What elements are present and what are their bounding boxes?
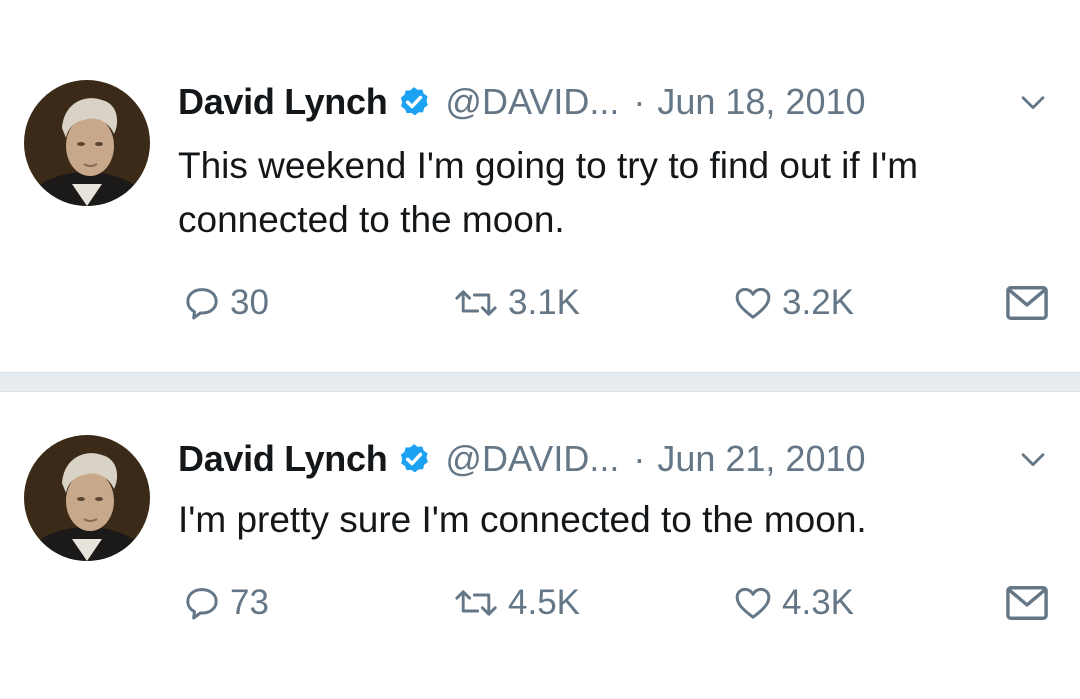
tweet-date[interactable]: Jun 18, 2010 [657, 81, 865, 123]
like-button[interactable]: 3.2K [732, 280, 854, 326]
avatar-photo [24, 435, 150, 561]
tweet-header: David Lynch @DAVID... · Jun 18, 2010 [178, 79, 1050, 125]
tweet-header: David Lynch @DAVID... · Jun 21, 2010 [178, 436, 1050, 482]
envelope-icon [1004, 282, 1050, 324]
chevron-down-icon[interactable] [1016, 442, 1050, 476]
chevron-down-icon[interactable] [1016, 85, 1050, 119]
author-handle[interactable]: @DAVID... [445, 438, 619, 480]
retweet-button[interactable]: 3.1K [452, 280, 580, 326]
like-count: 3.2K [782, 283, 854, 322]
share-button[interactable] [1004, 580, 1050, 626]
reply-button[interactable]: 73 [182, 580, 269, 626]
tweet-text: I'm pretty sure I'm connected to the moo… [178, 499, 867, 540]
tweet-date[interactable]: Jun 21, 2010 [657, 438, 865, 480]
retweet-icon [452, 283, 500, 323]
tweet-divider [0, 372, 1080, 392]
retweet-button[interactable]: 4.5K [452, 580, 580, 626]
tweet-feed: David Lynch @DAVID... · Jun 18, 2010 Thi… [0, 0, 1080, 699]
like-button[interactable]: 4.3K [732, 580, 854, 626]
tweet[interactable]: David Lynch @DAVID... · Jun 18, 2010 Thi… [0, 0, 1080, 370]
avatar[interactable] [24, 80, 150, 206]
tweet[interactable]: David Lynch @DAVID... · Jun 21, 2010 I'm… [0, 392, 1080, 699]
reply-count: 30 [230, 283, 269, 322]
reply-bubble-icon [182, 283, 222, 323]
verified-badge-icon [397, 85, 431, 119]
reply-button[interactable]: 30 [182, 280, 269, 326]
avatar[interactable] [24, 435, 150, 561]
author-handle[interactable]: @DAVID... [445, 81, 619, 123]
reply-count: 73 [230, 583, 269, 622]
separator-dot: · [633, 81, 646, 122]
retweet-icon [452, 583, 500, 623]
reply-bubble-icon [182, 583, 222, 623]
retweet-count: 4.5K [508, 583, 580, 622]
separator-dot: · [633, 438, 646, 479]
envelope-icon [1004, 582, 1050, 624]
author-name[interactable]: David Lynch [178, 81, 388, 123]
retweet-count: 3.1K [508, 283, 580, 322]
author-name[interactable]: David Lynch [178, 438, 388, 480]
like-count: 4.3K [782, 583, 854, 622]
tweet-actions: 30 3.1K 3.2K [178, 280, 1058, 326]
tweet-actions: 73 4.5K 4.3K [178, 580, 1058, 626]
share-button[interactable] [1004, 280, 1050, 326]
heart-icon [732, 283, 774, 323]
tweet-text: This weekend I'm going to try to find ou… [178, 145, 919, 240]
avatar-photo [24, 80, 150, 206]
heart-icon [732, 583, 774, 623]
verified-badge-icon [397, 442, 431, 476]
